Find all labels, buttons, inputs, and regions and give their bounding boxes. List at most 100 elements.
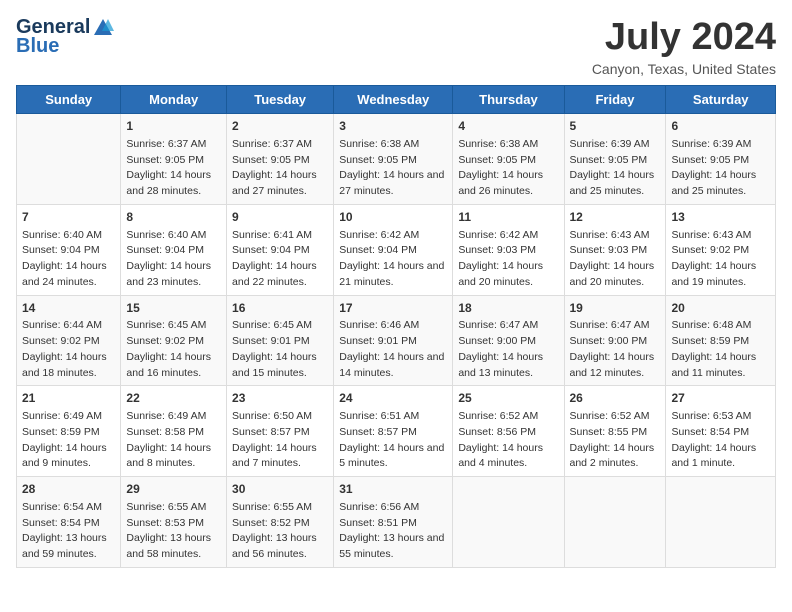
- day-number: 31: [339, 481, 447, 498]
- day-info: Sunrise: 6:54 AMSunset: 8:54 PMDaylight:…: [22, 500, 115, 563]
- day-info: Sunrise: 6:38 AMSunset: 9:05 PMDaylight:…: [339, 137, 447, 200]
- day-number: 27: [671, 390, 770, 407]
- calendar-cell: [17, 114, 121, 205]
- calendar-cell: 5 Sunrise: 6:39 AMSunset: 9:05 PMDaylight…: [564, 114, 666, 205]
- calendar-cell: 30 Sunrise: 6:55 AMSunset: 8:52 PMDayligh…: [227, 477, 334, 568]
- day-number: 1: [126, 118, 221, 135]
- calendar-cell: 28Sunrise: 6:54 AMSunset: 8:54 PMDayligh…: [17, 477, 121, 568]
- day-number: 9: [232, 209, 328, 226]
- logo-blue: Blue: [16, 35, 59, 58]
- calendar-cell: 18Sunrise: 6:47 AMSunset: 9:00 PMDayligh…: [453, 295, 564, 386]
- day-number: 6: [671, 118, 770, 135]
- month-title: July 2024: [592, 16, 776, 59]
- day-number: 20: [671, 300, 770, 317]
- calendar-cell: 8 Sunrise: 6:40 AMSunset: 9:04 PMDaylight…: [121, 204, 227, 295]
- page-header: General Blue July 2024 Canyon, Texas, Un…: [16, 16, 776, 77]
- calendar-cell: 16Sunrise: 6:45 AMSunset: 9:01 PMDayligh…: [227, 295, 334, 386]
- calendar-table: SundayMondayTuesdayWednesdayThursdayFrid…: [16, 85, 776, 568]
- day-info: Sunrise: 6:47 AMSunset: 9:00 PMDaylight:…: [458, 318, 558, 381]
- day-number: 26: [570, 390, 661, 407]
- week-row-1: 1 Sunrise: 6:37 AMSunset: 9:05 PMDaylight…: [17, 114, 776, 205]
- day-number: 11: [458, 209, 558, 226]
- day-number: 30: [232, 481, 328, 498]
- day-number: 5: [570, 118, 661, 135]
- calendar-cell: [564, 477, 666, 568]
- day-header-thursday: Thursday: [453, 86, 564, 114]
- calendar-cell: 27 Sunrise: 6:53 AMSunset: 8:54 PMDayligh…: [666, 386, 776, 477]
- calendar-cell: 9 Sunrise: 6:41 AMSunset: 9:04 PMDaylight…: [227, 204, 334, 295]
- day-info: Sunrise: 6:37 AMSunset: 9:05 PMDaylight:…: [126, 137, 221, 200]
- day-info: Sunrise: 6:39 AMSunset: 9:05 PMDaylight:…: [671, 137, 770, 200]
- day-info: Sunrise: 6:49 AMSunset: 8:59 PMDaylight:…: [22, 409, 115, 472]
- day-info: Sunrise: 6:42 AMSunset: 9:04 PMDaylight:…: [339, 228, 447, 291]
- logo-icon: [92, 17, 114, 39]
- day-header-wednesday: Wednesday: [334, 86, 453, 114]
- calendar-cell: 21 Sunrise: 6:49 AMSunset: 8:59 PMDayligh…: [17, 386, 121, 477]
- day-header-sunday: Sunday: [17, 86, 121, 114]
- calendar-cell: 23 Sunrise: 6:50 AMSunset: 8:57 PMDayligh…: [227, 386, 334, 477]
- day-info: Sunrise: 6:55 AMSunset: 8:52 PMDaylight:…: [232, 500, 328, 563]
- location: Canyon, Texas, United States: [592, 61, 776, 77]
- day-info: Sunrise: 6:42 AMSunset: 9:03 PMDaylight:…: [458, 228, 558, 291]
- days-header-row: SundayMondayTuesdayWednesdayThursdayFrid…: [17, 86, 776, 114]
- day-info: Sunrise: 6:45 AMSunset: 9:02 PMDaylight:…: [126, 318, 221, 381]
- day-number: 2: [232, 118, 328, 135]
- day-info: Sunrise: 6:43 AMSunset: 9:02 PMDaylight:…: [671, 228, 770, 291]
- week-row-2: 7Sunrise: 6:40 AMSunset: 9:04 PMDaylight…: [17, 204, 776, 295]
- day-number: 24: [339, 390, 447, 407]
- day-number: 19: [570, 300, 661, 317]
- calendar-cell: 13 Sunrise: 6:43 AMSunset: 9:02 PMDayligh…: [666, 204, 776, 295]
- day-header-monday: Monday: [121, 86, 227, 114]
- calendar-cell: 11 Sunrise: 6:42 AMSunset: 9:03 PMDayligh…: [453, 204, 564, 295]
- day-number: 4: [458, 118, 558, 135]
- day-info: Sunrise: 6:51 AMSunset: 8:57 PMDaylight:…: [339, 409, 447, 472]
- week-row-3: 14Sunrise: 6:44 AMSunset: 9:02 PMDayligh…: [17, 295, 776, 386]
- calendar-cell: 29Sunrise: 6:55 AMSunset: 8:53 PMDayligh…: [121, 477, 227, 568]
- day-number: 23: [232, 390, 328, 407]
- calendar-cell: 15Sunrise: 6:45 AMSunset: 9:02 PMDayligh…: [121, 295, 227, 386]
- day-header-friday: Friday: [564, 86, 666, 114]
- day-number: 21: [22, 390, 115, 407]
- day-info: Sunrise: 6:47 AMSunset: 9:00 PMDaylight:…: [570, 318, 661, 381]
- calendar-cell: 26 Sunrise: 6:52 AMSunset: 8:55 PMDayligh…: [564, 386, 666, 477]
- day-info: Sunrise: 6:38 AMSunset: 9:05 PMDaylight:…: [458, 137, 558, 200]
- week-row-5: 28Sunrise: 6:54 AMSunset: 8:54 PMDayligh…: [17, 477, 776, 568]
- day-number: 14: [22, 300, 115, 317]
- calendar-cell: 22 Sunrise: 6:49 AMSunset: 8:58 PMDayligh…: [121, 386, 227, 477]
- logo: General Blue: [16, 16, 114, 58]
- day-number: 18: [458, 300, 558, 317]
- day-info: Sunrise: 6:53 AMSunset: 8:54 PMDaylight:…: [671, 409, 770, 472]
- day-info: Sunrise: 6:48 AMSunset: 8:59 PMDaylight:…: [671, 318, 770, 381]
- day-info: Sunrise: 6:45 AMSunset: 9:01 PMDaylight:…: [232, 318, 328, 381]
- day-info: Sunrise: 6:49 AMSunset: 8:58 PMDaylight:…: [126, 409, 221, 472]
- calendar-cell: 1 Sunrise: 6:37 AMSunset: 9:05 PMDaylight…: [121, 114, 227, 205]
- calendar-cell: 2 Sunrise: 6:37 AMSunset: 9:05 PMDaylight…: [227, 114, 334, 205]
- day-info: Sunrise: 6:44 AMSunset: 9:02 PMDaylight:…: [22, 318, 115, 381]
- day-info: Sunrise: 6:41 AMSunset: 9:04 PMDaylight:…: [232, 228, 328, 291]
- day-info: Sunrise: 6:39 AMSunset: 9:05 PMDaylight:…: [570, 137, 661, 200]
- calendar-cell: 20Sunrise: 6:48 AMSunset: 8:59 PMDayligh…: [666, 295, 776, 386]
- calendar-cell: [453, 477, 564, 568]
- day-info: Sunrise: 6:37 AMSunset: 9:05 PMDaylight:…: [232, 137, 328, 200]
- day-info: Sunrise: 6:50 AMSunset: 8:57 PMDaylight:…: [232, 409, 328, 472]
- calendar-cell: 7Sunrise: 6:40 AMSunset: 9:04 PMDaylight…: [17, 204, 121, 295]
- calendar-cell: 14Sunrise: 6:44 AMSunset: 9:02 PMDayligh…: [17, 295, 121, 386]
- day-number: 17: [339, 300, 447, 317]
- day-number: 10: [339, 209, 447, 226]
- day-info: Sunrise: 6:40 AMSunset: 9:04 PMDaylight:…: [126, 228, 221, 291]
- title-area: July 2024 Canyon, Texas, United States: [592, 16, 776, 77]
- day-number: 13: [671, 209, 770, 226]
- day-number: 3: [339, 118, 447, 135]
- calendar-cell: 31Sunrise: 6:56 AMSunset: 8:51 PMDayligh…: [334, 477, 453, 568]
- day-header-saturday: Saturday: [666, 86, 776, 114]
- day-info: Sunrise: 6:52 AMSunset: 8:55 PMDaylight:…: [570, 409, 661, 472]
- day-number: 29: [126, 481, 221, 498]
- day-number: 8: [126, 209, 221, 226]
- calendar-cell: 19Sunrise: 6:47 AMSunset: 9:00 PMDayligh…: [564, 295, 666, 386]
- calendar-cell: 25Sunrise: 6:52 AMSunset: 8:56 PMDayligh…: [453, 386, 564, 477]
- day-number: 22: [126, 390, 221, 407]
- calendar-cell: 10 Sunrise: 6:42 AMSunset: 9:04 PMDayligh…: [334, 204, 453, 295]
- week-row-4: 21 Sunrise: 6:49 AMSunset: 8:59 PMDayligh…: [17, 386, 776, 477]
- day-info: Sunrise: 6:46 AMSunset: 9:01 PMDaylight:…: [339, 318, 447, 381]
- day-number: 12: [570, 209, 661, 226]
